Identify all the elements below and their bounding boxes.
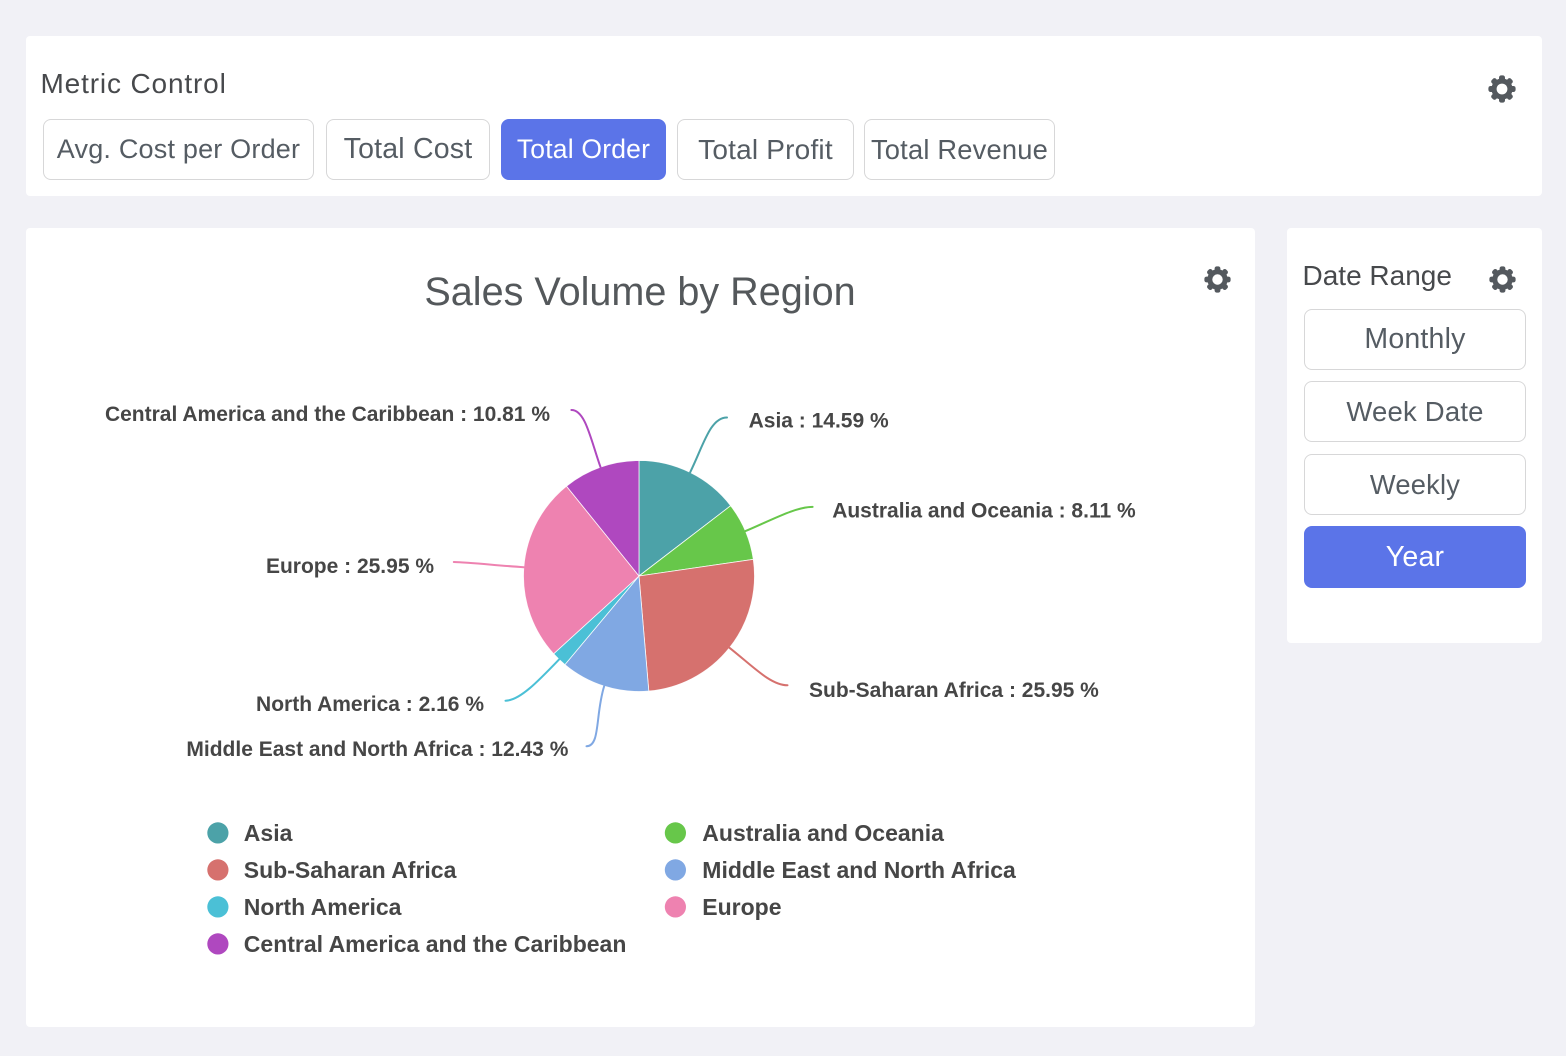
svg-text:Europe : 25.95 %: Europe : 25.95 %: [266, 555, 434, 578]
svg-text:Australia and Oceania : 8.11 %: Australia and Oceania : 8.11 %: [832, 500, 1136, 523]
svg-text:Central America and the Caribb: Central America and the Caribbean: [244, 931, 627, 957]
svg-text:Sales Volume by Region: Sales Volume by Region: [424, 270, 855, 314]
svg-text:Sub-Saharan Africa : 25.95 %: Sub-Saharan Africa : 25.95 %: [809, 679, 1099, 702]
svg-text:Asia: Asia: [244, 820, 293, 846]
svg-text:North America: North America: [244, 894, 402, 920]
svg-text:Australia and Oceania: Australia and Oceania: [702, 820, 944, 846]
svg-text:Europe: Europe: [702, 894, 781, 920]
svg-text:Central America and the Caribb: Central America and the Caribbean : 10.8…: [105, 403, 550, 426]
svg-text:North America : 2.16 %: North America : 2.16 %: [256, 693, 484, 716]
svg-text:Middle East and North Africa: Middle East and North Africa: [702, 857, 1016, 883]
svg-text:Middle East and North Africa :: Middle East and North Africa : 12.43 %: [186, 738, 568, 761]
svg-text:Sub-Saharan Africa: Sub-Saharan Africa: [244, 857, 457, 883]
svg-text:Asia : 14.59 %: Asia : 14.59 %: [749, 409, 889, 432]
